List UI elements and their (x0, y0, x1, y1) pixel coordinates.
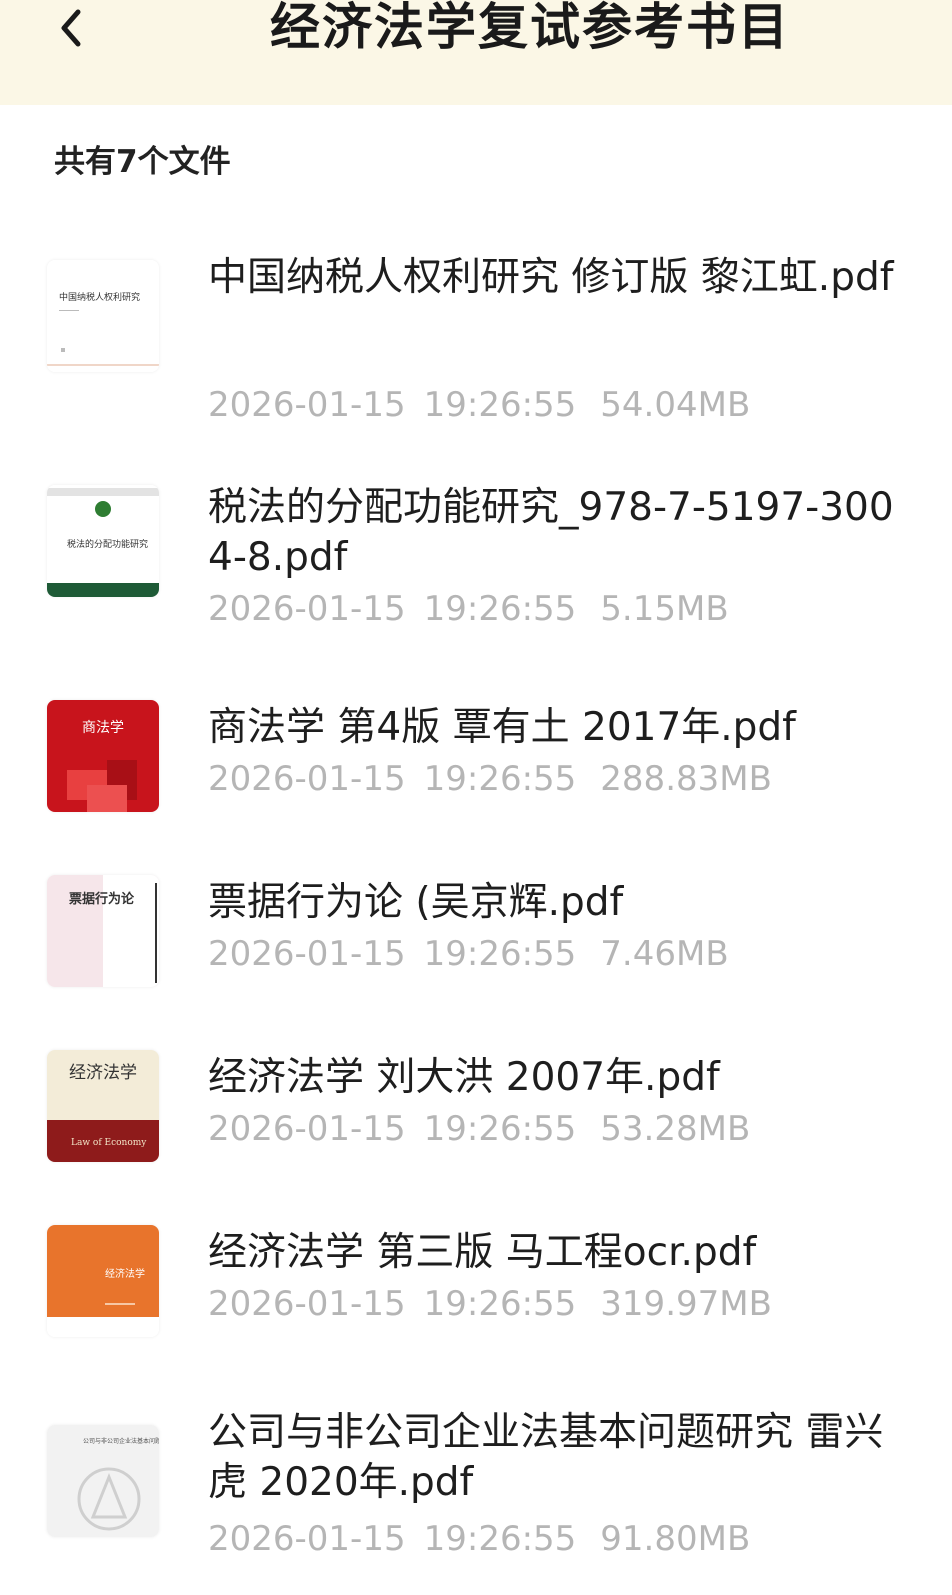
file-size: 91.80MB (600, 1519, 751, 1559)
file-meta: 2026-01-15 19:26:55 5.15MB (208, 587, 729, 631)
file-name: 票据行为论 (吴京辉.pdf (208, 880, 624, 925)
file-time: 19:26:55 (423, 589, 577, 629)
file-date: 2026-01-15 (208, 1284, 406, 1324)
file-item[interactable]: 公司与非公司企业法基本问题研究 公司与非公司企业法基本问题研究 雷兴虎 2020… (0, 1405, 952, 1595)
file-size: 288.83MB (600, 759, 772, 799)
file-name: 公司与非公司企业法基本问题研究 雷兴虎 2020年.pdf (208, 1410, 884, 1505)
file-meta: 2026-01-15 19:26:55 54.04MB (208, 383, 750, 427)
page-title: 经济法学复试参考书目 (270, 0, 790, 56)
thumb-cover-title: 票据行为论 (69, 891, 135, 907)
chevron-left-icon (61, 9, 81, 47)
file-item[interactable]: 票据行为论 票据行为论 (吴京辉.pdf 2026-01-15 19:26:55 7… (0, 875, 952, 1045)
pdf-thumbnail: 票据行为论 (47, 875, 159, 987)
file-date: 2026-01-15 (208, 589, 406, 629)
file-item[interactable]: 经济法学 经济法学 第三版 马工程ocr.pdf 2026-01-15 19:26… (0, 1225, 952, 1395)
thumb-cover-title: 经济法学 (69, 1063, 137, 1083)
file-date: 2026-01-15 (208, 1519, 406, 1559)
thumb-cover-title: 中国纳税人权利研究 (59, 291, 140, 303)
file-item[interactable]: 商法学 商法学 第4版 覃有土 2017年.pdf 2026-01-15 19:2… (0, 700, 952, 870)
thumb-cover-title: 公司与非公司企业法基本问题研究 (83, 1437, 159, 1445)
file-date: 2026-01-15 (208, 385, 406, 425)
thumb-cover-title: 税法的分配功能研究 (67, 538, 148, 550)
pdf-thumbnail: 公司与非公司企业法基本问题研究 (47, 1425, 159, 1537)
file-time: 19:26:55 (423, 385, 577, 425)
thumb-cover-subtitle: Law of Economy (71, 1138, 147, 1148)
file-time: 19:26:55 (423, 934, 577, 974)
file-count: 共有7个文件 (54, 144, 231, 180)
pdf-thumbnail: 经济法学 Law of Economy (47, 1050, 159, 1162)
pdf-thumbnail: 中国纳税人权利研究 (47, 260, 159, 372)
file-name: 商法学 第4版 覃有土 2017年.pdf (208, 705, 796, 750)
file-time: 19:26:55 (423, 759, 577, 799)
file-meta: 2026-01-15 19:26:55 7.46MB (208, 932, 729, 976)
file-date: 2026-01-15 (208, 759, 406, 799)
file-item[interactable]: 税法的分配功能研究 税法的分配功能研究_978-7-5197-3004-8.pd… (0, 480, 952, 650)
file-time: 19:26:55 (423, 1109, 577, 1149)
thumb-cover-title: 经济法学 (105, 1267, 145, 1280)
file-time: 19:26:55 (423, 1519, 577, 1559)
file-size: 319.97MB (600, 1284, 772, 1324)
file-size: 54.04MB (600, 385, 751, 425)
thumb-cover-title: 商法学 (82, 720, 124, 736)
file-size: 7.46MB (600, 934, 729, 974)
file-date: 2026-01-15 (208, 1109, 406, 1149)
file-name: 经济法学 第三版 马工程ocr.pdf (208, 1230, 757, 1275)
file-item[interactable]: 经济法学 Law of Economy 经济法学 刘大洪 2007年.pdf 2… (0, 1050, 952, 1220)
file-meta: 2026-01-15 19:26:55 319.97MB (208, 1282, 772, 1326)
pdf-thumbnail: 商法学 (47, 700, 159, 812)
file-name: 税法的分配功能研究_978-7-5197-3004-8.pdf (208, 485, 894, 580)
file-meta: 2026-01-15 19:26:55 53.28MB (208, 1107, 750, 1151)
file-meta: 2026-01-15 19:26:55 91.80MB (208, 1517, 750, 1561)
file-name: 中国纳税人权利研究 修订版 黎江虹.pdf (208, 255, 894, 300)
file-item[interactable]: 中国纳税人权利研究 中国纳税人权利研究 修订版 黎江虹.pdf 2026-01-… (0, 250, 952, 425)
file-time: 19:26:55 (423, 1284, 577, 1324)
header-bar: 经济法学复试参考书目 (0, 0, 952, 105)
file-meta: 2026-01-15 19:26:55 288.83MB (208, 757, 772, 801)
file-name: 经济法学 刘大洪 2007年.pdf (208, 1055, 720, 1100)
pdf-thumbnail: 税法的分配功能研究 (47, 485, 159, 597)
back-button[interactable] (44, 0, 100, 56)
file-size: 53.28MB (600, 1109, 751, 1149)
pdf-thumbnail: 经济法学 (47, 1225, 159, 1337)
file-date: 2026-01-15 (208, 934, 406, 974)
file-size: 5.15MB (600, 589, 729, 629)
